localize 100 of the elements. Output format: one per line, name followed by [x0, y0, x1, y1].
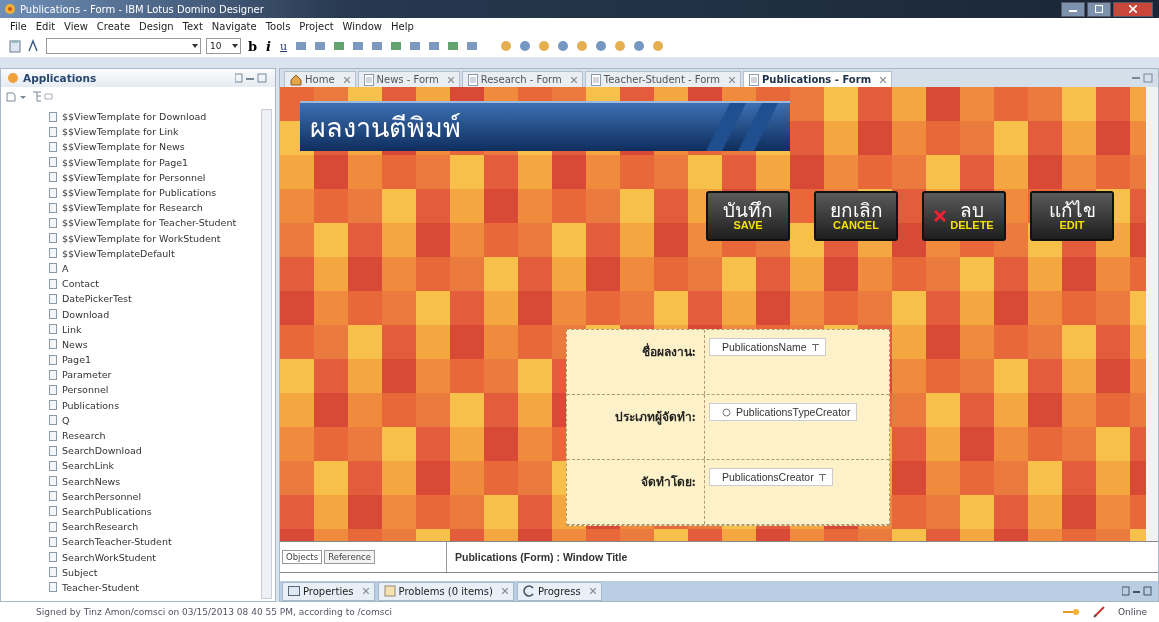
menu-item[interactable]: Tools — [265, 21, 291, 32]
view-tab[interactable]: Problems (0 items) — [377, 581, 514, 601]
panel-controls-icon[interactable] — [235, 73, 269, 83]
design-list-item[interactable]: $$ViewTemplate for WorkStudent — [49, 230, 275, 246]
editor-tab[interactable]: Teacher-Student - Form — [584, 71, 742, 87]
editor-tab[interactable]: Publications - Form — [743, 71, 893, 87]
scrollbar[interactable] — [261, 109, 272, 599]
design-list-item[interactable]: SearchDownload — [49, 443, 275, 459]
font-size-dropdown[interactable]: 10 — [206, 38, 241, 54]
close-icon[interactable] — [343, 76, 350, 83]
close-icon[interactable] — [362, 588, 369, 594]
design-list-item[interactable]: SearchNews — [49, 473, 275, 489]
editor-tab[interactable]: News - Form — [357, 71, 460, 87]
view-controls-icon[interactable] — [1122, 586, 1152, 596]
toolbar-icon[interactable] — [332, 39, 347, 53]
toolbar-icon[interactable] — [427, 39, 442, 53]
design-list-item[interactable]: Parameter — [49, 367, 275, 383]
menu-item[interactable]: Text — [182, 21, 203, 32]
close-icon[interactable] — [729, 76, 736, 83]
toolbar-icon[interactable] — [594, 39, 609, 53]
close-icon[interactable] — [880, 76, 887, 83]
toolbar-icon[interactable] — [465, 39, 480, 53]
toolbar-icon[interactable] — [556, 39, 571, 53]
design-list-item[interactable]: Page1 — [49, 352, 275, 368]
toolbar-icon[interactable] — [313, 39, 328, 53]
design-list-item[interactable]: Personnel — [49, 382, 275, 398]
form-action-button[interactable]: ยกเลิก CANCEL — [814, 191, 898, 241]
menu-item[interactable]: Create — [96, 21, 131, 32]
format-button[interactable]: b — [246, 38, 260, 54]
design-list-item[interactable]: SearchPublications — [49, 503, 275, 520]
toolbar-icon[interactable] — [408, 39, 423, 53]
editor-tab[interactable]: Home — [284, 71, 356, 87]
format-button[interactable]: u — [278, 39, 290, 53]
design-list-item[interactable]: Subject — [49, 564, 275, 580]
design-list-item[interactable]: A — [49, 260, 275, 277]
design-list-item[interactable]: $$ViewTemplate for Publications — [49, 184, 275, 201]
design-list-item[interactable]: Contact — [49, 276, 275, 292]
design-list-item[interactable]: SearchWorkStudent — [49, 549, 275, 565]
design-list-item[interactable]: $$ViewTemplate for Personnel — [49, 169, 275, 185]
clipboard-icon[interactable] — [8, 39, 22, 53]
form-field[interactable]: PublicationsTypeCreator — [709, 403, 858, 421]
connection-status[interactable]: Online — [1117, 607, 1147, 617]
toolbar-icon[interactable] — [651, 39, 666, 53]
toolbar-icon[interactable] — [446, 39, 461, 53]
menu-item[interactable]: Help — [391, 21, 414, 32]
close-icon[interactable] — [589, 588, 596, 594]
menu-item[interactable]: View — [64, 21, 88, 32]
form-action-button[interactable]: บันทึก SAVE — [706, 191, 790, 241]
toolbar-icon[interactable] — [575, 39, 590, 53]
menu-item[interactable]: Navigate — [211, 21, 257, 32]
design-list-item[interactable]: SearchTeacher-Student — [49, 534, 275, 550]
toolbar-icon[interactable] — [389, 39, 404, 53]
design-list-item[interactable]: News — [49, 336, 275, 352]
font-name-dropdown[interactable] — [46, 38, 201, 54]
editor-tab[interactable]: Research - Form — [461, 71, 583, 87]
pane-tab[interactable]: Reference — [324, 550, 375, 564]
design-list-item[interactable]: Q — [49, 412, 275, 428]
design-list-item[interactable]: SearchPersonnel — [49, 488, 275, 504]
design-list-item[interactable]: Link — [49, 321, 275, 337]
form-field[interactable]: PublicationsName — [709, 338, 826, 356]
design-list-item[interactable]: SearchLink — [49, 458, 275, 474]
design-list-item[interactable]: $$ViewTemplate for Page1 — [49, 154, 275, 170]
maximize-button[interactable] — [1087, 1, 1111, 17]
design-list-item[interactable]: SearchResearch — [49, 519, 275, 535]
tree-view-icon[interactable] — [31, 90, 55, 102]
menu-item[interactable]: File — [10, 21, 27, 32]
toolbar-icon[interactable] — [351, 39, 366, 53]
design-list-item[interactable]: $$ViewTemplate for Download — [49, 109, 275, 125]
menu-item[interactable]: Project — [299, 21, 334, 32]
minimize-button[interactable] — [1061, 1, 1085, 17]
view-tab[interactable]: Progress — [516, 581, 602, 601]
new-application-icon[interactable] — [5, 90, 27, 102]
toolbar-icon[interactable] — [294, 39, 309, 53]
design-list-item[interactable]: Download — [49, 306, 275, 322]
menu-item[interactable]: Edit — [35, 21, 56, 32]
close-button[interactable] — [1113, 1, 1153, 17]
design-list-item[interactable]: DatePickerTest — [49, 291, 275, 307]
form-field[interactable]: PublicationsCreator — [709, 468, 833, 486]
close-icon[interactable] — [501, 588, 508, 594]
format-button[interactable]: i — [264, 38, 274, 54]
form-action-button[interactable]: ลบ DELETE — [922, 191, 1006, 241]
menu-item[interactable]: Window — [342, 21, 382, 32]
design-list-item[interactable]: Teacher-Student — [49, 579, 275, 595]
design-list-item[interactable]: $$ViewTemplate for News — [49, 139, 275, 155]
design-list-item[interactable]: Research — [49, 427, 275, 444]
form-action-button[interactable]: แก้ไข EDIT — [1030, 191, 1114, 241]
pane-tab[interactable]: Objects — [282, 550, 323, 564]
toolbar-icon[interactable] — [613, 39, 628, 53]
toolbar-icon[interactable] — [632, 39, 647, 53]
design-list-item[interactable]: $$ViewTemplate for Teacher-Student — [49, 215, 275, 231]
toolbar-icon[interactable] — [518, 39, 533, 53]
scrollbar[interactable] — [1146, 87, 1158, 541]
toolbar-icon[interactable] — [537, 39, 552, 53]
text-style-icon[interactable] — [27, 39, 41, 53]
toolbar-icon[interactable] — [370, 39, 385, 53]
menu-item[interactable]: Design — [139, 21, 174, 32]
view-tab[interactable]: Properties — [282, 581, 375, 601]
design-list-item[interactable]: Publications — [49, 397, 275, 413]
design-list-item[interactable]: $$ViewTemplate for Research — [49, 200, 275, 216]
design-list-item[interactable]: $$ViewTemplate for Link — [49, 124, 275, 140]
